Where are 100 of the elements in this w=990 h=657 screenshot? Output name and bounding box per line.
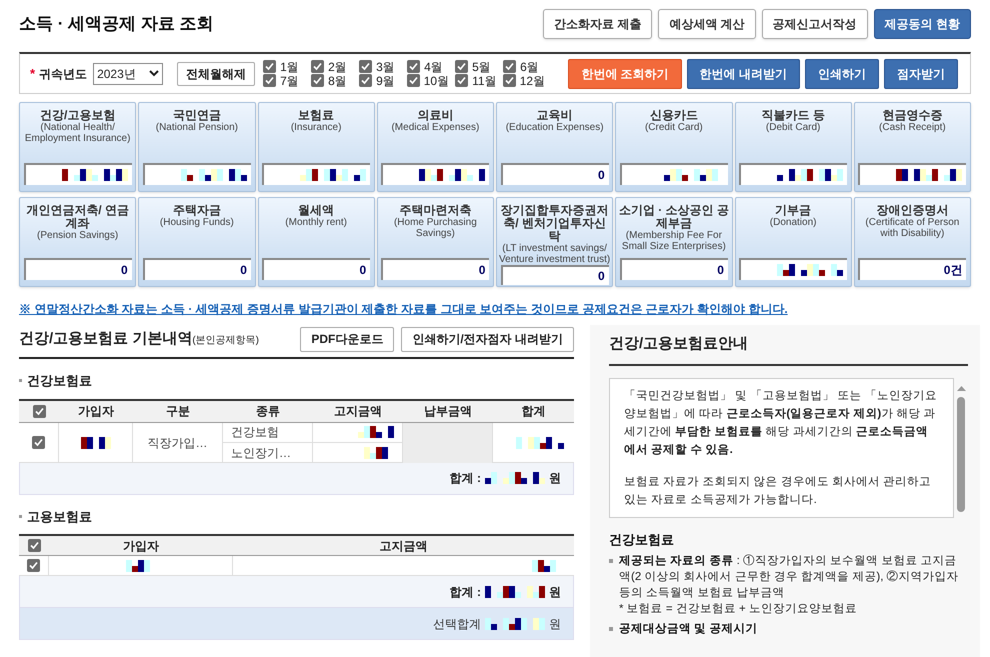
card-title: 의료비	[417, 109, 454, 122]
action-button[interactable]: 인쇄하기	[805, 58, 879, 88]
bullet-note: * 보험료 = 건강보험료 + 노인장기요양보험료	[619, 602, 858, 617]
column-header: 고지금액	[378, 538, 428, 554]
checkbox[interactable]	[27, 559, 40, 572]
header-button[interactable]: 제공동의 현황	[874, 9, 971, 39]
card-title: 주택자금	[172, 204, 221, 217]
amount-field: 0	[381, 258, 490, 280]
section-title: 건강/고용보험료 기본내역	[19, 328, 192, 349]
header-button[interactable]: 공제신고서작성	[762, 9, 868, 39]
checkbox[interactable]	[503, 60, 516, 73]
clear-months-button[interactable]: 전체월해제	[177, 62, 256, 86]
checkbox[interactable]	[311, 60, 324, 73]
redacted-mosaic	[358, 426, 394, 438]
amount-field: 0	[500, 163, 609, 185]
redacted-mosaic	[485, 586, 545, 598]
card-title: 교육비	[536, 109, 573, 122]
month-label: 5월	[472, 60, 491, 74]
column-header: 고지금액	[333, 403, 383, 420]
month-label: 9월	[376, 74, 395, 88]
checkbox[interactable]	[407, 60, 420, 73]
scroll-up-icon[interactable]	[956, 386, 966, 390]
card-subtitle: (Debit Card)	[766, 122, 820, 133]
card-title: 신용카드	[650, 109, 698, 122]
card-subtitle: (Education Expenses)	[506, 122, 604, 133]
category-card[interactable]: 기부금 (Donation)	[734, 197, 852, 287]
category-card[interactable]: 신용카드 (Credit Card)	[615, 102, 732, 192]
year-select[interactable]: 2023년	[93, 62, 164, 84]
card-subtitle: (LT investment savings/ Venture investment trust)	[499, 243, 610, 265]
category-card[interactable]: 장기집합투자증권저축/ 벤처기업투자신탁 (LT investment savings/ Venture investment trust) 0	[496, 197, 614, 287]
checkbox[interactable]	[263, 74, 276, 87]
card-subtitle: (Pension Savings)	[37, 230, 118, 241]
total-label: 선택합계	[433, 616, 481, 632]
table-cell-text: 노인장기…	[230, 444, 292, 462]
column-header: 구분	[165, 403, 191, 420]
card-title: 국민연금	[172, 109, 221, 122]
action-button[interactable]: 점자받기	[884, 58, 958, 88]
checkbox[interactable]	[32, 404, 46, 418]
header-button[interactable]: 예상세액 계산	[658, 9, 756, 39]
required-mark: *	[30, 64, 36, 83]
category-card[interactable]: 주택자금 (Housing Funds) 0	[138, 197, 256, 287]
currency-unit: 원	[549, 470, 561, 487]
category-card[interactable]: 보험료 (Insurance)	[258, 102, 375, 192]
table-cell-text: 직장가입…	[148, 434, 208, 452]
bullet-icon	[609, 627, 613, 631]
bullet-icon	[19, 514, 22, 518]
month-label: 7월	[280, 74, 299, 88]
amount-field: 0	[262, 258, 370, 280]
month-label: 2월	[328, 60, 347, 74]
category-card[interactable]: 소기업 · 소상공인 공제부금 (Membership Fee For Small Size Enterprises) 0	[615, 197, 732, 287]
month-label: 10월	[424, 74, 450, 88]
checkbox[interactable]	[311, 74, 324, 87]
year-label: 귀속년도	[39, 66, 88, 82]
currency-unit: 원	[549, 584, 561, 600]
category-card[interactable]: 장애인증명서 (Certificate of Person with Disability) 0건	[854, 197, 971, 287]
checkbox[interactable]	[359, 60, 372, 73]
category-card[interactable]: 교육비 (Education Expenses) 0	[496, 102, 614, 192]
bullet-icon	[609, 559, 613, 563]
table-heading: 건강보험료	[27, 372, 92, 390]
category-card[interactable]: 의료비 (Medical Expenses)	[376, 102, 494, 192]
checkbox[interactable]	[263, 60, 276, 73]
redacted-mosaic	[516, 436, 564, 448]
checkbox[interactable]	[503, 74, 516, 87]
checkbox[interactable]	[359, 74, 372, 87]
info-text: 「국민건강보험법」 및 「고용보험법」 또는 「노인장기요양보험법」에 따라 근로소득자(일용근로자 제외)가 해당 과세기간에 부담한 보험료를 해당 과세기간의 근로소득금액에서 공제할 수 있음.	[624, 388, 938, 458]
notice-link[interactable]: ※ 연말정산간소화 자료는 소득 · 세액공제 증명서류 발급기관이 제출한 자료를 그대로 보여주는 것이므로 공제요건은 근로자가 확인해야 합니다.	[19, 302, 788, 316]
action-button[interactable]: 한번에 내려받기	[686, 58, 800, 88]
header-button[interactable]: 간소화자료 제출	[542, 9, 652, 39]
card-title: 기부금	[775, 204, 812, 217]
category-card[interactable]: 월세액 (Monthly rent) 0	[258, 197, 375, 287]
amount-field: 0	[142, 258, 251, 280]
panel-button[interactable]: 인쇄하기/전자점자 내려받기	[401, 326, 574, 352]
card-subtitle: (Donation)	[770, 217, 816, 228]
card-title: 월세액	[298, 204, 334, 217]
checkbox[interactable]	[28, 539, 40, 552]
category-card[interactable]: 건강/고용보험 (National Health/ Employment Insurance)	[19, 102, 136, 192]
panel-button[interactable]: PDF다운로드	[300, 326, 394, 352]
page-title: 소득 · 세액공제 자료 조회	[19, 13, 214, 36]
column-header: 합계	[520, 403, 546, 420]
category-card[interactable]: 국민연금 (National Pension)	[138, 102, 256, 192]
amount-field: 0	[24, 258, 132, 280]
card-subtitle: (Home Purchasing Savings)	[392, 217, 478, 239]
checkbox[interactable]	[32, 436, 45, 449]
total-label: 합계 :	[450, 470, 481, 487]
card-title: 장애인증명서	[876, 204, 948, 217]
category-card[interactable]: 주택마련저축 (Home Purchasing Savings) 0	[376, 197, 494, 287]
card-title: 장기집합투자증권저축/ 벤처기업투자신탁	[500, 204, 610, 243]
category-card[interactable]: 개인연금저축/ 연금계좌 (Pension Savings) 0	[19, 197, 136, 287]
checkbox[interactable]	[455, 60, 468, 73]
card-title: 개인연금저축/ 연금계좌	[25, 204, 130, 230]
bullet-text: 제공되는 자료의 종류 : ①직장가입자의 보수월액 보험료 고지금액(2 이상의 회사에서 근무한 경우 합계액을 제공), ②지역가입자 등의 소득월액 보험료 납부금액	[619, 554, 960, 601]
card-subtitle: (Cash Receipt)	[879, 122, 946, 133]
category-card[interactable]: 직불카드 등 (Debit Card)	[734, 102, 852, 192]
section-note: (본인공제항목)	[192, 334, 260, 348]
checkbox[interactable]	[455, 74, 468, 87]
month-label: 6월	[520, 60, 539, 74]
category-card[interactable]: 현금영수증 (Cash Receipt)	[854, 102, 971, 192]
column-header: 가입자	[122, 538, 160, 554]
checkbox[interactable]	[407, 74, 420, 87]
card-title: 현금영수증	[882, 109, 942, 122]
